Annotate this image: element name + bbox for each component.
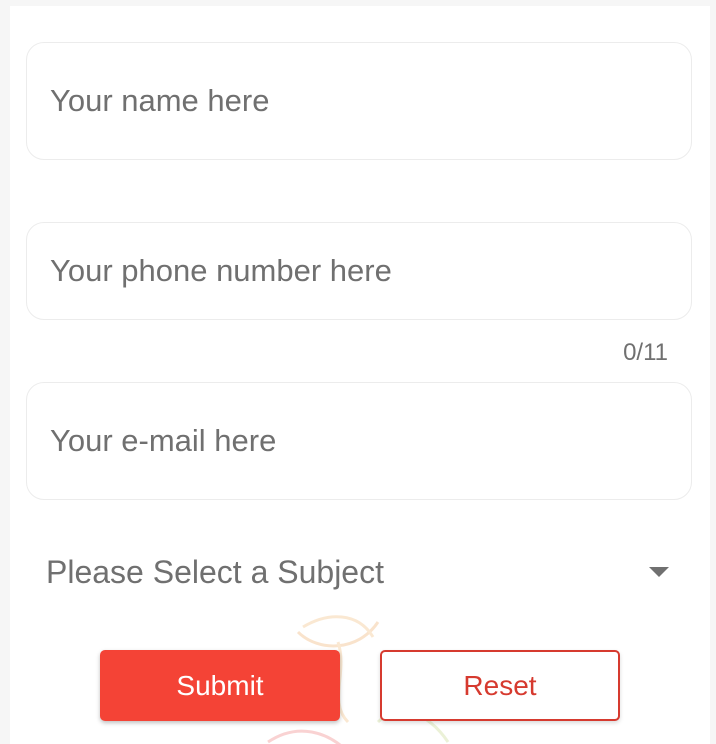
- subject-select[interactable]: Please Select a Subject: [26, 542, 692, 602]
- phone-input[interactable]: [27, 223, 691, 319]
- subject-select-value: Please Select a Subject: [46, 554, 384, 590]
- submit-button[interactable]: Submit: [100, 650, 340, 721]
- email-field[interactable]: [26, 382, 692, 500]
- phone-character-counter: 0/11: [623, 339, 668, 366]
- name-field[interactable]: [26, 42, 692, 160]
- contact-form-card: 0/11 Please Select a Subject Submit Rese…: [10, 6, 710, 744]
- reset-button[interactable]: Reset: [380, 650, 620, 721]
- caret-down-icon[interactable]: [649, 567, 669, 577]
- phone-field[interactable]: [26, 222, 692, 320]
- email-input[interactable]: [27, 383, 691, 499]
- name-input[interactable]: [27, 43, 691, 159]
